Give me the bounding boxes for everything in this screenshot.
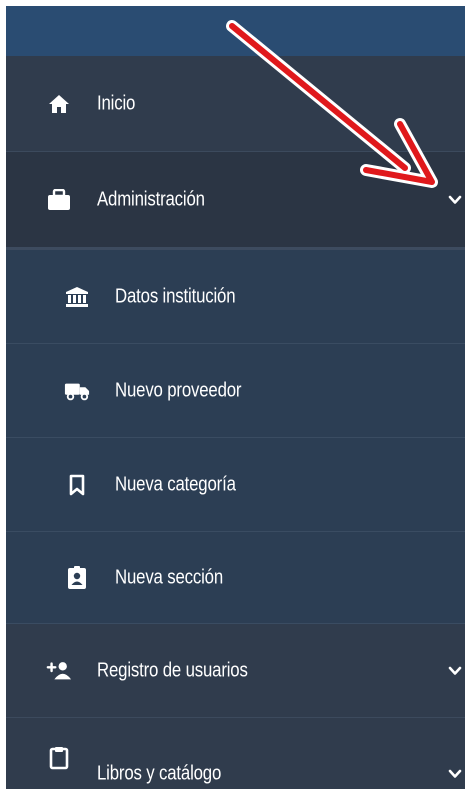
id-badge-icon — [64, 565, 90, 591]
submenu-item-label: Datos institución — [115, 285, 236, 307]
sidebar-menu: Inicio Administración Datos institución … — [6, 6, 465, 789]
submenu-item-datos-institucion[interactable]: Datos institución — [6, 250, 465, 344]
submenu-item-nuevo-proveedor[interactable]: Nuevo proveedor — [6, 344, 465, 438]
chevron-down-icon[interactable] — [447, 663, 463, 679]
submenu-item-label: Nueva categoría — [115, 473, 236, 495]
menu-item-label: Administración — [97, 188, 205, 210]
user-plus-icon — [46, 658, 72, 684]
menu-item-administracion[interactable]: Administración — [6, 152, 465, 250]
menu-item-label: Registro de usuarios — [97, 659, 248, 681]
menu-item-inicio[interactable]: Inicio — [6, 56, 465, 152]
chevron-down-icon[interactable] — [447, 192, 463, 208]
chevron-down-icon[interactable] — [447, 766, 463, 782]
briefcase-icon — [46, 187, 72, 213]
home-icon — [46, 91, 72, 117]
submenu-item-label: Nueva sección — [115, 566, 224, 588]
menu-item-registro-usuarios[interactable]: Registro de usuarios — [6, 624, 465, 718]
sidebar-top-bar — [6, 6, 465, 56]
submenu-item-label: Nuevo proveedor — [115, 379, 242, 401]
menu-item-libros-catalogo[interactable]: Libros y catálogo — [6, 718, 465, 789]
menu-item-label: Inicio — [97, 92, 136, 114]
submenu-item-nueva-categoria[interactable]: Nueva categoría — [6, 438, 465, 532]
institution-icon — [64, 284, 90, 310]
clipboard-icon — [46, 745, 72, 771]
bookmark-icon — [64, 472, 90, 498]
truck-icon — [64, 378, 90, 404]
menu-item-label: Libros y catálogo — [97, 762, 222, 785]
submenu-item-nueva-seccion[interactable]: Nueva sección — [6, 532, 465, 624]
